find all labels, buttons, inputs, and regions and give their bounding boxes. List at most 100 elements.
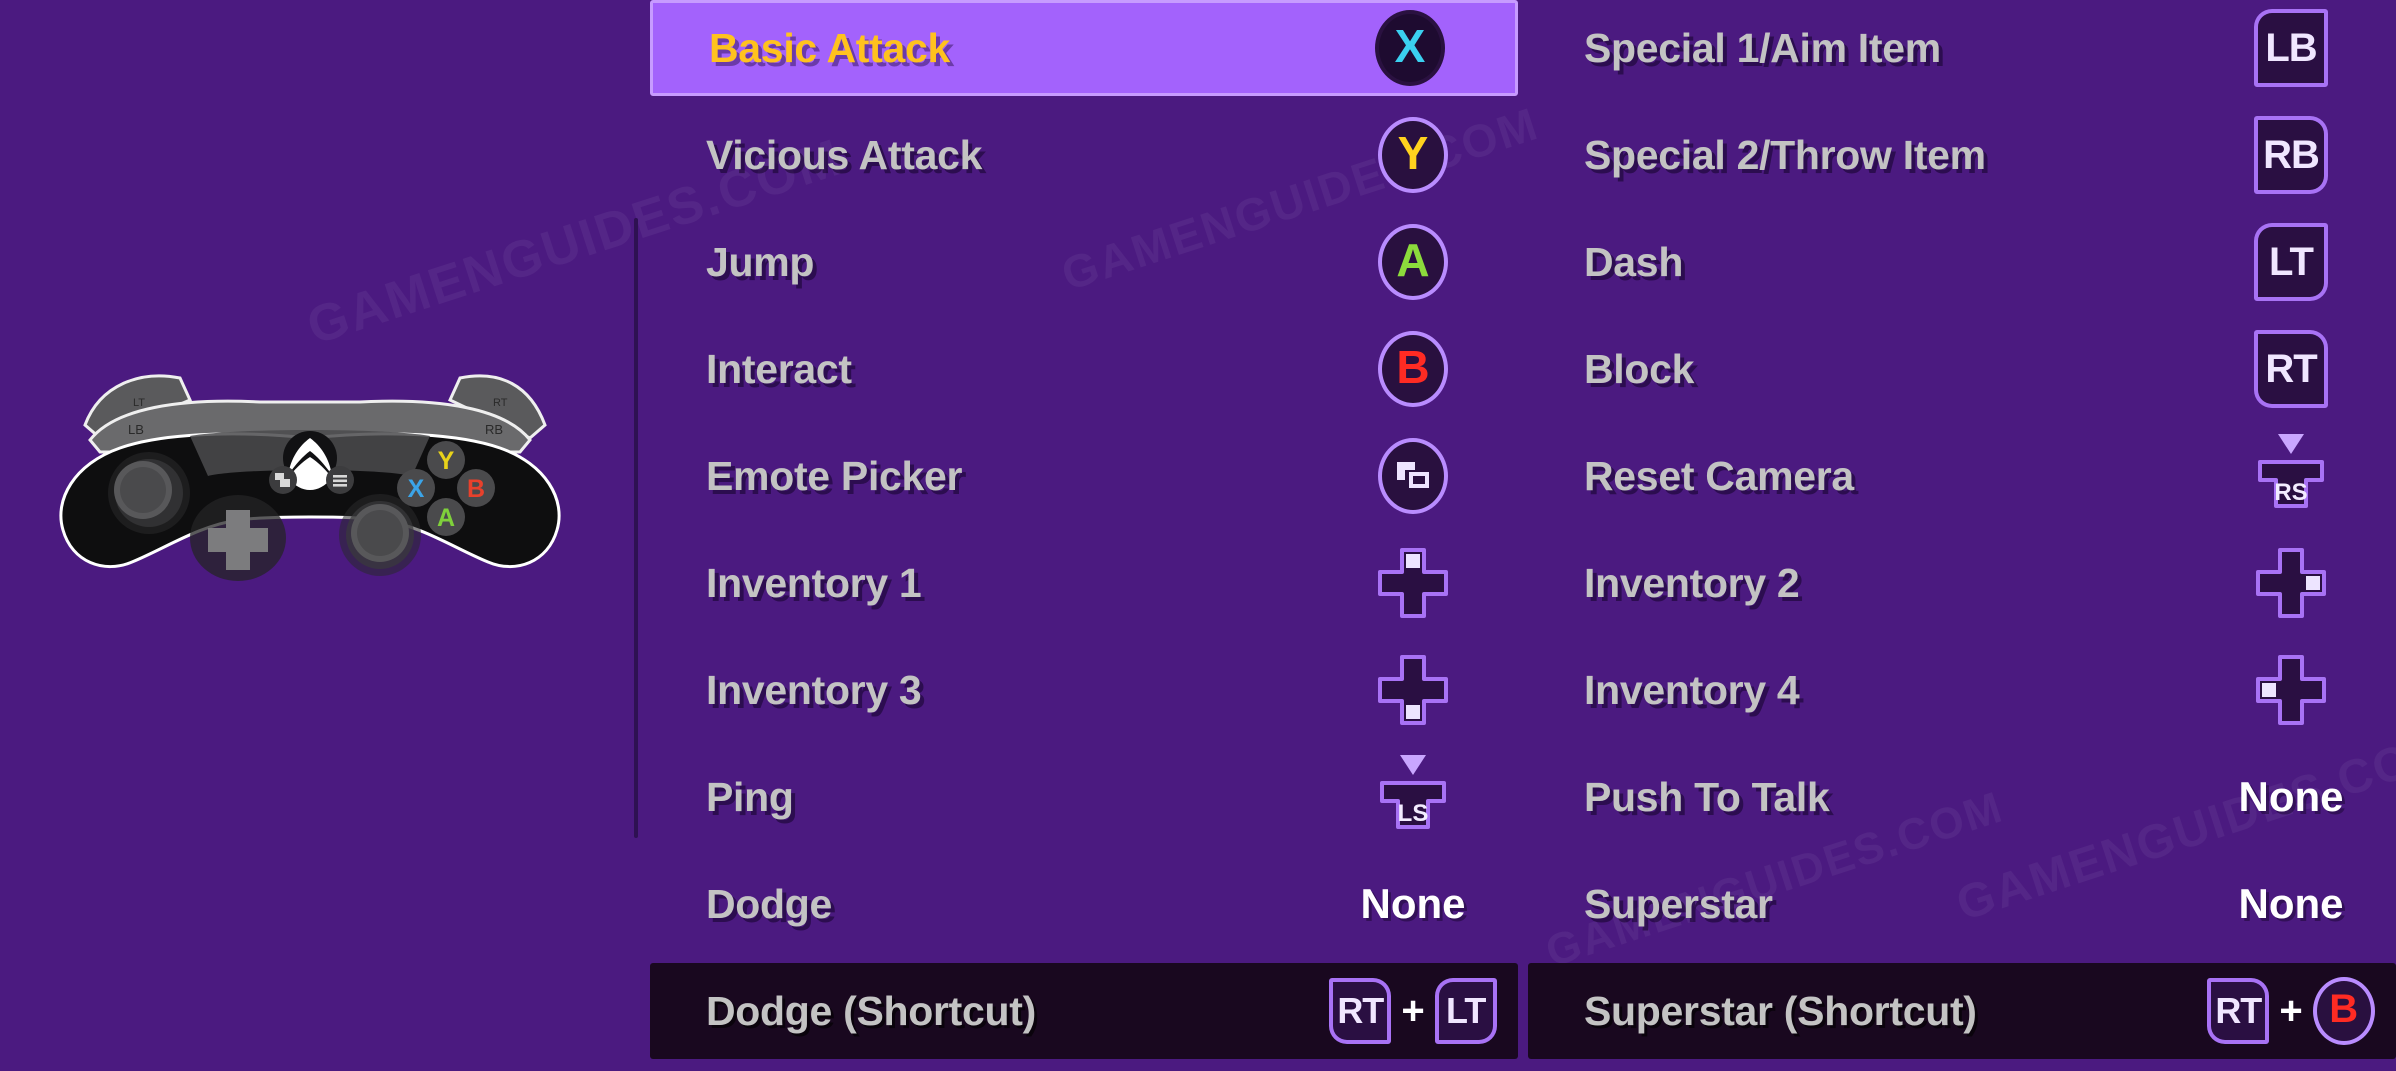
binding-dpad <box>1308 651 1518 729</box>
binding-row[interactable]: Ping LS <box>650 749 1518 845</box>
binding-label: Jump <box>706 238 815 285</box>
binding-row[interactable]: Inventory 3 <box>650 642 1518 738</box>
binding-label: Superstar (Shortcut) <box>1584 987 1977 1034</box>
binding-face-button: X <box>1305 10 1515 86</box>
binding-row[interactable]: Vicious Attack Y <box>650 107 1518 203</box>
binding-row[interactable]: Emote Picker <box>650 428 1518 524</box>
controller-face-b: B <box>467 475 485 503</box>
stick-press-rs-icon: RS <box>2252 432 2330 520</box>
binding-row[interactable]: Inventory 1 <box>650 535 1518 631</box>
binding-label: Superstar <box>1584 880 1773 927</box>
binding-row[interactable]: Reset Camera RS <box>1528 428 2396 524</box>
binding-label: Special 1/Aim Item <box>1584 24 1941 71</box>
dpad-down-icon <box>1376 651 1450 729</box>
binding-trigger: LT <box>2186 223 2396 301</box>
binding-stick: LS <box>1308 753 1518 841</box>
binding-dpad <box>1308 544 1518 622</box>
controller-rt-label: RT <box>493 397 508 409</box>
binding-glyph: B <box>2329 987 2359 1031</box>
binding-row[interactable]: Inventory 4 <box>1528 642 2396 738</box>
binding-combo-wrap: RT + B <box>2186 977 2396 1045</box>
binding-row[interactable]: Dodge (Shortcut) RT + LT <box>650 963 1518 1059</box>
face-button-a-icon: A <box>1378 224 1448 300</box>
controls-screen: GAMENGUIDES.COM GAMENGUIDES.COM GAMENGUI… <box>0 0 2396 1071</box>
lt-key-icon: LT <box>2254 223 2328 301</box>
binding-glyph: X <box>1394 20 1426 72</box>
binding-face-button: B <box>1308 331 1518 407</box>
bindings-column-left: Basic Attack X Vicious Attack Y Jump A Interac… <box>650 0 1518 1071</box>
binding-label: Vicious Attack <box>706 131 983 178</box>
binding-row[interactable]: Basic Attack X <box>650 0 1518 96</box>
binding-row[interactable]: Dash LT <box>1528 214 2396 310</box>
lb-key-icon: LB <box>2254 9 2328 87</box>
controller-face-y: Y <box>438 447 455 475</box>
binding-label: Inventory 3 <box>706 666 922 713</box>
dpad-up-icon <box>1376 544 1450 622</box>
binding-text: None <box>2186 773 2396 821</box>
binding-row[interactable]: Inventory 2 <box>1528 535 2396 631</box>
binding-row[interactable]: Special 2/Throw Item RB <box>1528 107 2396 203</box>
xbox-controller-illustration: LT RT LB RB Y X B A <box>30 330 590 590</box>
view-button-icon <box>1378 438 1448 514</box>
plus-separator: + <box>2279 989 2303 1033</box>
binding-row[interactable]: Jump A <box>650 214 1518 310</box>
svg-text:RS: RS <box>2274 479 2307 506</box>
rb-key-icon: RB <box>2254 116 2328 194</box>
binding-trigger: RT <box>2186 330 2396 408</box>
binding-view-button <box>1308 438 1518 514</box>
binding-row[interactable]: Superstar None <box>1528 856 2396 952</box>
binding-label: Inventory 4 <box>1584 666 1800 713</box>
rt-key-icon: RT <box>2254 330 2328 408</box>
lt-key-icon: LT <box>1434 978 1497 1044</box>
binding-row[interactable]: Dodge None <box>650 856 1518 952</box>
binding-row[interactable]: Special 1/Aim Item LB <box>1528 0 2396 96</box>
binding-text: None <box>1308 880 1518 928</box>
binding-label: Block <box>1584 345 1695 392</box>
binding-label: Interact <box>706 345 852 392</box>
binding-none-text: None <box>2238 773 2344 820</box>
binding-none-text: None <box>2238 880 2344 927</box>
face-button-b-icon: B <box>2312 977 2375 1045</box>
binding-label: Push To Talk <box>1584 773 1830 820</box>
controller-face-a: A <box>437 504 455 532</box>
face-button-x-icon: X <box>1375 10 1445 86</box>
binding-label: Reset Camera <box>1584 452 1854 499</box>
controller-face-x: X <box>408 475 425 503</box>
rt-key-icon: RT <box>2207 978 2270 1044</box>
binding-none-text: None <box>1360 880 1466 927</box>
controller-lb-label: LB <box>128 422 144 437</box>
binding-label: Dash <box>1584 238 1684 285</box>
binding-label: Special 2/Throw Item <box>1584 131 1986 178</box>
stick-press-ls-icon: LS <box>1374 753 1452 841</box>
binding-stick: RS <box>2186 432 2396 520</box>
binding-label: Dodge (Shortcut) <box>706 987 1036 1034</box>
binding-label: Inventory 2 <box>1584 559 1800 606</box>
binding-text: None <box>2186 880 2396 928</box>
dpad-right-icon <box>2254 544 2328 622</box>
binding-label: Ping <box>706 773 794 820</box>
binding-row[interactable]: Push To Talk None <box>1528 749 2396 845</box>
face-button-b-icon: B <box>1378 331 1448 407</box>
binding-dpad <box>2186 651 2396 729</box>
binding-glyph: B <box>1396 341 1430 393</box>
binding-row[interactable]: Block RT <box>1528 321 2396 417</box>
binding-label: Emote Picker <box>706 452 963 499</box>
controller-rb-label: RB <box>485 422 503 437</box>
binding-row[interactable]: Interact B <box>650 321 1518 417</box>
binding-row[interactable]: Superstar (Shortcut) RT + B <box>1528 963 2396 1059</box>
column-divider <box>634 218 638 838</box>
binding-label: Dodge <box>706 880 833 927</box>
binding-combo: RT + LT <box>1329 978 1497 1044</box>
bindings-column-right: Special 1/Aim Item LB Special 2/Throw Item… <box>1528 0 2396 1071</box>
plus-separator: + <box>1401 989 1425 1033</box>
rt-key-icon: RT <box>1329 978 1392 1044</box>
binding-face-button: Y <box>1308 117 1518 193</box>
binding-glyph: Y <box>1397 127 1429 179</box>
binding-face-button: A <box>1308 224 1518 300</box>
binding-dpad <box>2186 544 2396 622</box>
svg-text:LS: LS <box>1398 800 1429 827</box>
binding-combo: RT + B <box>2207 977 2375 1045</box>
binding-label: Inventory 1 <box>706 559 922 606</box>
face-button-y-icon: Y <box>1378 117 1448 193</box>
controller-lt-label: LT <box>133 397 145 409</box>
